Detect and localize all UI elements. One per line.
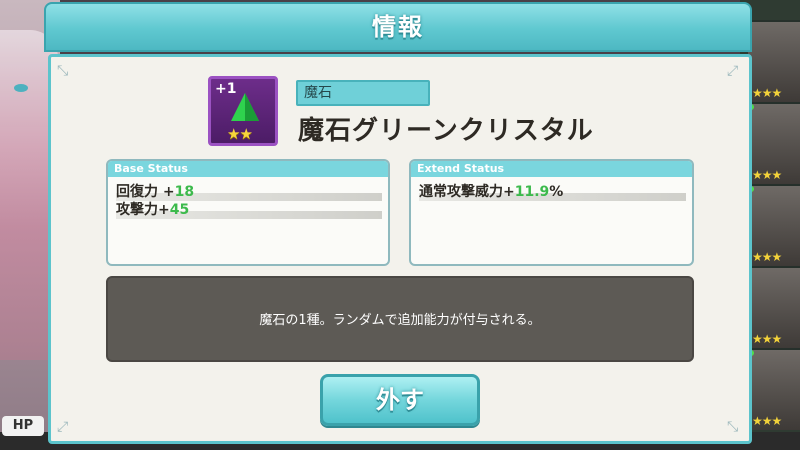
- item-name: 魔石グリーンクリスタル: [298, 116, 594, 146]
- corner-ornament-icon: ⤢: [57, 419, 69, 435]
- cell-stars: ★★★: [752, 168, 782, 182]
- corner-ornament-icon: ⤡: [57, 63, 69, 79]
- stat-value: 18: [174, 184, 195, 200]
- stat-label: 攻撃力+: [116, 202, 170, 218]
- base-status-row: 回復力 +18: [116, 183, 382, 201]
- base-status-row: 攻撃力+45: [116, 201, 382, 219]
- item-rarity-stars: ★★: [227, 125, 253, 143]
- item-category-tag: 魔石: [296, 80, 430, 106]
- background-item-cell: ★★★: [748, 20, 800, 102]
- item-icon: +1 ★★: [208, 76, 278, 146]
- dialog-title-bar: 情報: [44, 2, 752, 52]
- cell-stars: ★★★: [752, 414, 782, 428]
- stat-value: 45: [169, 202, 190, 218]
- stat-label: 回復力 +: [116, 184, 175, 200]
- extend-status-box: Extend Status 通常攻撃威力+11.9%: [409, 159, 694, 266]
- item-description-box: 魔石の1種。ランダムで追加能力が付与される。: [106, 276, 694, 362]
- base-status-box: Base Status 回復力 +18 攻撃力+45: [106, 159, 390, 266]
- remove-button[interactable]: 外す: [320, 374, 480, 426]
- cell-stars: ★★★: [752, 86, 782, 100]
- hp-badge: HP: [2, 416, 44, 436]
- remove-button-label: 外す: [376, 386, 424, 414]
- stat-value: 11.9: [514, 184, 550, 200]
- background-item-cell: ★★★: [748, 102, 800, 184]
- item-description: 魔石の1種。ランダムで追加能力が付与される。: [259, 313, 541, 328]
- base-status-header: Base Status: [108, 161, 388, 177]
- dialog-title: 情報: [372, 13, 424, 41]
- corner-ornament-icon: ⤡: [727, 419, 739, 435]
- character-eye: [14, 84, 28, 92]
- background-item-cell: ★★★: [748, 266, 800, 348]
- cell-stars: ★★★: [752, 332, 782, 346]
- stat-suffix: %: [549, 184, 564, 200]
- background-item-cell: ★★★: [748, 184, 800, 266]
- corner-ornament-icon: ⤢: [727, 63, 739, 79]
- background-item-cell: ★★★: [748, 348, 800, 430]
- extend-status-row: 通常攻撃威力+11.9%: [419, 183, 686, 201]
- green-crystal-shade: [245, 93, 259, 121]
- cell-stars: ★★★: [752, 250, 782, 264]
- item-category: 魔石: [304, 85, 332, 101]
- extend-status-header: Extend Status: [411, 161, 692, 177]
- stat-label: 通常攻撃威力+: [419, 184, 515, 200]
